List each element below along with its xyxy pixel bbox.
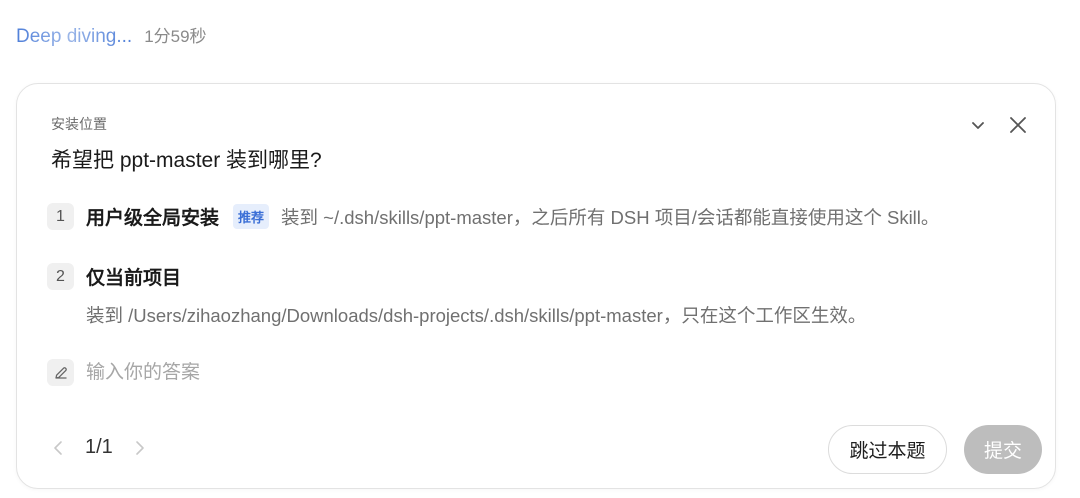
submit-button[interactable]: 提交 <box>964 425 1042 474</box>
pencil-icon <box>47 359 74 386</box>
skip-button[interactable]: 跳过本题 <box>828 425 947 474</box>
status-bar: Deep diving... 1分59秒 <box>16 22 207 48</box>
elapsed-time: 1分59秒 <box>144 27 207 46</box>
pager: 1/1 <box>51 436 147 459</box>
status-label: Deep diving... <box>16 26 133 47</box>
card-header: 安装位置 希望把 ppt-master 装到哪里? <box>51 114 322 174</box>
pager-text: 1/1 <box>85 436 113 458</box>
close-icon[interactable] <box>1007 114 1029 136</box>
recommended-badge: 推荐 <box>233 204 270 229</box>
chevron-left-icon[interactable] <box>51 439 65 457</box>
chevron-right-icon[interactable] <box>133 439 147 457</box>
question-title: 希望把 ppt-master 装到哪里? <box>51 149 322 172</box>
header-actions <box>967 114 1029 136</box>
option-description: 装到 ~/.dsh/skills/ppt-master，之后所有 DSH 项目/… <box>281 206 940 228</box>
answer-row <box>47 359 486 386</box>
option-description: 装到 /Users/zihaozhang/Downloads/dsh-proje… <box>86 305 867 326</box>
question-card: 安装位置 希望把 ppt-master 装到哪里? 1 用户级全局安装 推荐 装… <box>16 83 1056 489</box>
option-title: 用户级全局安装 <box>86 208 220 229</box>
option-number: 2 <box>47 263 74 290</box>
answer-input[interactable] <box>86 361 486 384</box>
section-label: 安装位置 <box>51 116 107 132</box>
option-number: 1 <box>47 203 74 230</box>
option-title: 仅当前项目 <box>86 268 182 289</box>
option-current-project[interactable]: 2 仅当前项目 装到 /Users/zihaozhang/Downloads/d… <box>47 263 1025 328</box>
chevron-down-icon[interactable] <box>967 114 989 136</box>
option-global-install[interactable]: 1 用户级全局安装 推荐 装到 ~/.dsh/skills/ppt-master… <box>47 203 1025 230</box>
